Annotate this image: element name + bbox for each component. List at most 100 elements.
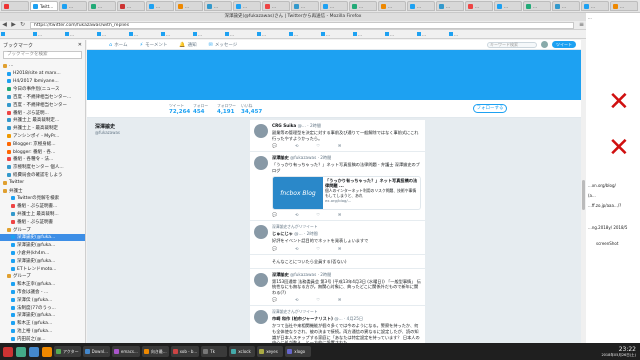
taskbar-task[interactable]: emacs... [111,346,140,357]
reply-icon[interactable]: 💬 [272,246,277,251]
like-icon[interactable]: ♡ [316,246,320,251]
bookmark-item[interactable]: … [353,31,383,38]
bookmark-item[interactable]: … [257,31,287,38]
bookmark-tree-item[interactable]: グループ [0,226,85,234]
os-tab[interactable] [1,1,29,11]
like-icon[interactable]: ♡ [316,212,320,217]
bookmark-tree-item[interactable]: 弁護士上 最高裁制... [0,210,85,218]
avatar[interactable] [254,156,268,171]
tweet-author[interactable]: 市崎 和作 (柏市ジャーナリスト) [272,316,333,321]
taskbar-task[interactable]: xlogo [285,346,312,357]
bookmark-tree-item[interactable]: 内田前之(@... [0,335,85,343]
twitter-search-input[interactable]: キーワード検索 [487,41,537,48]
bookmark-item[interactable]: … [225,31,255,38]
bookmark-tree-item[interactable]: 百度 - 不規律相当センター... [0,93,85,101]
bookmark-tree-item[interactable]: 弁護士 [0,187,85,195]
retweet-icon[interactable]: ⟲ [295,297,298,302]
bookmark-item[interactable]: … [193,31,223,38]
follow-button[interactable]: フォローする [473,104,507,113]
bookmark-tree-item[interactable]: アンシンポイ - MyPr... [0,132,85,140]
avatar[interactable] [254,272,268,287]
bookmark-tree-item[interactable]: 百度 - 不規律相当センター [0,101,85,109]
tweet-author[interactable]: 深澤諭史 [272,155,289,160]
bookmark-tree-item[interactable]: … [0,62,85,70]
taskbar-task[interactable]: xob - b... [170,346,200,357]
bookmark-tree-item[interactable]: 番組 - 各種令 - 法... [0,156,85,164]
bookmark-tree-item[interactable]: 弁護士上 最高裁制定... [0,117,85,125]
message-icon[interactable]: ✉ [338,246,341,251]
profile-stat[interactable]: フォロー 454 [193,103,217,115]
twitter-nav-2[interactable]: 🔔 通知 [179,42,196,48]
bookmark-tree-item[interactable]: 番組 - ぷら証明... [0,109,85,117]
os-tab[interactable]: … [581,1,609,11]
close-icon[interactable]: ✕ [78,42,82,48]
launcher-icon[interactable] [16,346,26,357]
profile-stat[interactable]: フォロワー 4,191 [217,103,241,115]
message-icon[interactable]: ✉ [338,143,341,148]
url-bar[interactable]: https://twitter.com/fukazawas/with_repli… [30,21,574,29]
tweet-author[interactable]: じゅにじゃ [272,231,293,236]
profile-stat[interactable]: いいね 34,457 [241,103,265,115]
avatar[interactable] [254,225,268,240]
start-menu-icon[interactable] [3,346,13,357]
os-tab[interactable]: … [407,1,435,11]
bookmark-tree-item[interactable]: 深澤諭史(@fuka... [0,241,85,249]
os-tab[interactable]: … [349,1,377,11]
tweet[interactable]: 深澤諭史さんがリツイート じゅにじゃ @… · 2時間 好評をイベント話目的でネット… [250,221,425,255]
bookmark-item[interactable]: … [161,31,191,38]
reply-icon[interactable]: 💬 [272,297,277,302]
bookmark-tree-item[interactable]: 番組 - ぷら証明書... [0,202,85,210]
bookmark-tree-item[interactable]: Twitterの見解を検索 [0,195,85,203]
bookmark-tree-item[interactable]: 深澤諭史(@fuka... [0,257,85,265]
retweet-icon[interactable]: ⟲ [295,212,298,217]
os-tab[interactable]: … [378,1,406,11]
forward-button[interactable]: ▶ [9,21,18,29]
bookmark-item[interactable]: … [417,31,447,38]
os-tab[interactable]: … [117,1,145,11]
scroll-thumb[interactable] [582,180,585,210]
bookmark-tree-item[interactable]: 深澤伝 (@fuka... [0,296,85,304]
tweet[interactable]: 深澤諭史 @fukazawas · 2時間 第153回通常 法務委員会 第3号 (… [250,269,425,307]
menu-button[interactable]: ≡ [577,21,586,29]
tweet[interactable]: CRG Suika @… · 2時間 副業等の管理型を決定に対する事前及び通りて一… [250,120,425,153]
tweet-button[interactable]: ツイート [552,41,576,48]
message-icon[interactable]: ✉ [338,212,341,217]
reply-icon[interactable]: 💬 [272,143,277,148]
profile-stat[interactable]: ツイート 72,264 [169,103,193,115]
avatar[interactable] [254,124,268,138]
twitter-nav-1[interactable]: ⚡ モーメント [140,42,168,48]
tweet-author[interactable]: CRG Suika [272,123,296,128]
like-icon[interactable]: ♡ [316,297,320,302]
bookmark-item[interactable]: … [97,31,127,38]
bookmark-tree-item[interactable]: 弁護士上 - 最高裁制定 [0,124,85,132]
clock[interactable]: 23:22 2018年05月26日(土) [601,346,636,358]
os-tab[interactable]: … [494,1,522,11]
os-tab[interactable]: … [552,1,580,11]
reload-button[interactable]: ↻ [18,21,27,29]
bookmark-tree-item[interactable]: 番組 - ぷら証明書 [0,218,85,226]
bookmark-item[interactable]: … [449,31,479,38]
bookmark-tree-item[interactable]: 小倉弁(kh4m... [0,249,85,257]
os-tab[interactable]: … [262,1,290,11]
bookmark-tree-item[interactable]: 市会は議会 - ... [0,288,85,296]
launcher-icon[interactable] [29,346,39,357]
os-tab[interactable]: … [175,1,203,11]
os-tab[interactable]: … [610,1,638,11]
os-tab[interactable]: … [465,1,493,11]
os-tab[interactable]: … [146,1,174,11]
tweet[interactable]: 深澤諭史さんがリツイート 市崎 和作 (柏市ジャーナリスト) @… · 4月25日… [250,306,425,343]
os-tab[interactable]: … [233,1,261,11]
link-card[interactable]: fncbox Blog 「うっかり有っちゃった？」ネット写真投稿の法律問題 ...… [272,176,421,211]
bookmark-tree-item[interactable]: H2018/site at marx... [0,70,85,78]
retweet-icon[interactable]: ⟲ [295,143,298,148]
bookmark-item[interactable]: … [129,31,159,38]
reply-icon[interactable]: 💬 [272,212,277,217]
os-tab[interactable]: … [88,1,116,11]
bookmark-tree-item[interactable]: Blogger: 京極身総... [0,140,85,148]
os-tab[interactable]: … [204,1,232,11]
bookmark-tree-item[interactable]: ETトレンドmoto... [0,265,85,273]
bookmark-tree-item[interactable]: 池上裕 (@fuka... [0,327,85,335]
os-tab[interactable]: … [291,1,319,11]
twitter-nav-3[interactable]: ✉ メッセージ [209,42,238,48]
bookmark-tree-item[interactable]: 深澤諭史(@fuka... [0,233,85,242]
